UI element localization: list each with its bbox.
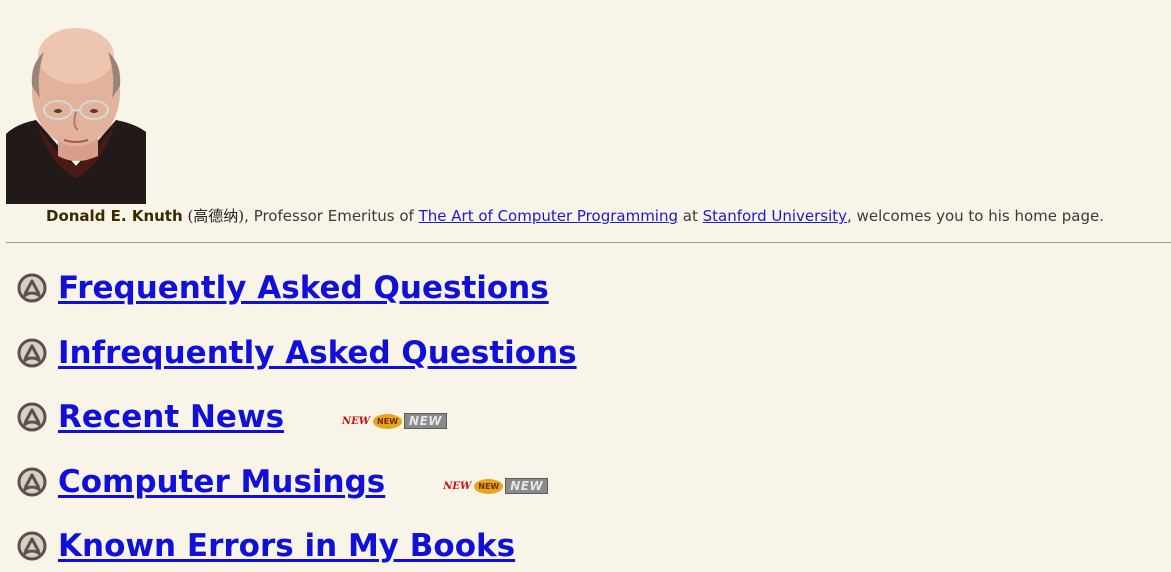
nav-item: Computer Musings NEW NEW NEW: [16, 462, 549, 502]
knuth-bullet-icon: [16, 337, 48, 369]
home-page: Donald E. Knuth (高德纳), Professor Emeritu…: [0, 0, 1171, 572]
new-badge-oval: NEW: [474, 478, 504, 494]
nav-link[interactable]: Infrequently Asked Questions: [58, 335, 577, 371]
knuth-bullet-icon: [16, 401, 48, 433]
horizontal-rule: [6, 242, 1171, 243]
new-badge-gray: NEW: [505, 478, 549, 494]
new-badge-red: NEW: [342, 415, 371, 427]
author-portrait: [6, 16, 146, 204]
new-badge-group: NEW NEW NEW: [443, 478, 549, 494]
intro-text-welcome: , welcomes you to his home page.: [847, 207, 1105, 225]
new-badge-group: NEW NEW NEW: [342, 413, 448, 429]
nav-link[interactable]: Computer Musings: [58, 464, 385, 500]
knuth-bullet-icon: [16, 530, 48, 562]
nav-item: Known Errors in My Books: [16, 526, 515, 566]
knuth-bullet-icon: [16, 466, 48, 498]
new-badge-oval: NEW: [373, 413, 403, 429]
intro-line: Donald E. Knuth (高德纳), Professor Emeritu…: [46, 205, 1104, 227]
intro-text-at: at: [678, 207, 703, 225]
chinese-name: (高德纳): [187, 207, 245, 225]
nav-item: Recent News NEW NEW NEW: [16, 397, 448, 437]
knuth-bullet-icon: [16, 272, 48, 304]
new-badge-red: NEW: [443, 480, 472, 492]
nav-item: Infrequently Asked Questions: [16, 333, 577, 373]
nav-link[interactable]: Frequently Asked Questions: [58, 270, 549, 306]
new-badge-gray: NEW: [404, 413, 448, 429]
nav-link[interactable]: Known Errors in My Books: [58, 528, 515, 564]
nav-item: Frequently Asked Questions: [16, 268, 549, 308]
taocp-link[interactable]: The Art of Computer Programming: [419, 207, 678, 225]
nav-link[interactable]: Recent News: [58, 399, 284, 435]
intro-text-professor: , Professor Emeritus of: [244, 207, 419, 225]
stanford-link[interactable]: Stanford University: [703, 207, 847, 225]
author-name: Donald E. Knuth: [46, 207, 183, 225]
